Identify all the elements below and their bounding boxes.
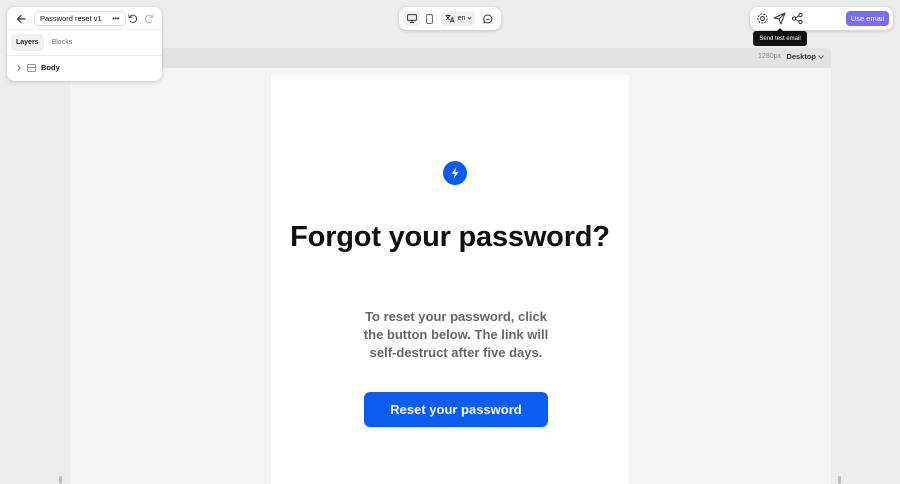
actions-toolbar: Use email	[750, 7, 893, 30]
more-horizontal-icon[interactable]: •••	[112, 14, 119, 23]
tab-blocks[interactable]: Blocks	[47, 34, 78, 51]
mobile-view-button[interactable]	[422, 11, 437, 26]
send-test-email-tooltip: Send test email	[753, 28, 807, 46]
device-select-label: Desktop	[786, 52, 816, 61]
email-preview: Forgot your password? To reset your pass…	[271, 75, 629, 484]
panel-header: Password reset v1 •••	[7, 7, 162, 30]
language-label: en	[457, 15, 466, 22]
arrow-left-icon[interactable]	[15, 13, 27, 25]
language-select[interactable]: en	[441, 11, 475, 26]
smartphone-icon	[426, 13, 433, 24]
template-name: Password reset v1	[40, 14, 102, 23]
chevron-down-icon	[467, 15, 473, 20]
email-body-text: To reset your password, click the button…	[363, 309, 549, 360]
message-circle-icon	[483, 14, 493, 23]
comments-button[interactable]	[480, 11, 496, 26]
use-email-button[interactable]: Use email	[846, 11, 889, 26]
template-name-field[interactable]: Password reset v1 •••	[34, 11, 126, 26]
divider	[7, 55, 162, 56]
monitor-icon	[406, 14, 417, 23]
layer-label: Body	[41, 63, 60, 72]
panel-tabs: Layers Blocks	[11, 34, 77, 51]
undo-icon[interactable]	[127, 13, 138, 24]
desktop-view-button[interactable]	[403, 11, 420, 26]
layers-panel: Password reset v1 ••• Layers Blocks Body	[7, 7, 162, 81]
translate-icon	[445, 14, 455, 23]
share-icon[interactable]	[791, 12, 804, 25]
canvas-header: 1280px Desktop	[70, 48, 831, 68]
frame-icon	[27, 63, 36, 72]
canvas-width-label: 1280px	[758, 53, 781, 60]
resize-handle-left[interactable]	[59, 476, 62, 484]
email-headline: Forgot your password?	[290, 221, 610, 253]
resize-handle-right[interactable]	[838, 476, 841, 484]
reset-password-button[interactable]: Reset your password	[364, 392, 548, 427]
device-select[interactable]: Desktop	[786, 52, 824, 61]
chevron-right-icon[interactable]	[15, 64, 21, 71]
chevron-down-icon	[818, 52, 824, 59]
bolt-logo-icon	[443, 161, 467, 185]
view-toolbar: en	[399, 7, 501, 30]
layer-item-body[interactable]: Body	[15, 63, 60, 72]
gear-icon[interactable]	[756, 12, 769, 25]
send-icon[interactable]	[773, 12, 786, 25]
redo-icon[interactable]	[144, 13, 155, 24]
tab-layers[interactable]: Layers	[11, 34, 44, 51]
